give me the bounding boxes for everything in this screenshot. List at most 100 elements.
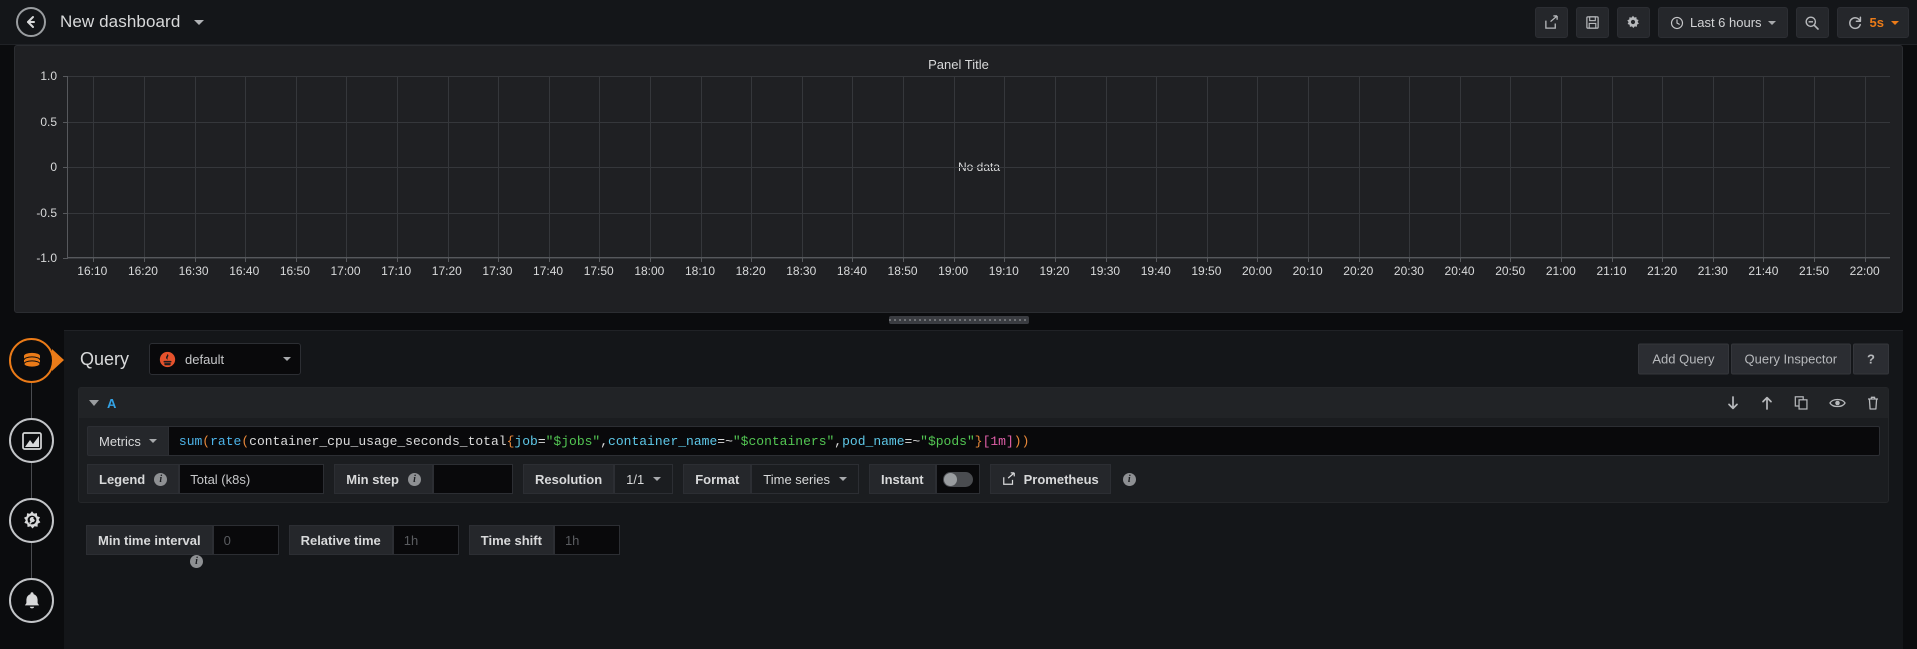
save-icon: [1585, 15, 1600, 30]
external-link-icon: [1002, 472, 1016, 486]
info-icon[interactable]: i: [1123, 473, 1136, 486]
query-section-label: Query: [80, 349, 129, 370]
back-button[interactable]: [16, 7, 46, 37]
min-time-interval-group: Min time interval: [86, 525, 279, 555]
refresh-controls[interactable]: 5s: [1837, 7, 1909, 38]
time-shift-input[interactable]: [565, 533, 609, 548]
dashboard-settings-button[interactable]: [1617, 7, 1650, 38]
legend-format-field[interactable]: [179, 464, 324, 494]
resolution-label-group: Resolution: [523, 464, 614, 494]
datasource-name: default: [185, 352, 283, 367]
sidebar-item-visualization[interactable]: [9, 418, 54, 463]
min-time-interval-input[interactable]: [224, 533, 268, 548]
expr-token-eq3: =~: [905, 434, 921, 449]
info-icon[interactable]: i: [408, 473, 421, 486]
metrics-mode-dropdown[interactable]: Metrics: [87, 426, 168, 456]
query-editor: Query default Add Query Query Inspector …: [64, 330, 1903, 649]
x-gridline: [498, 76, 499, 257]
min-step-label: Min step: [346, 472, 399, 487]
query-inspector-button[interactable]: Query Inspector: [1731, 344, 1852, 375]
move-up-icon[interactable]: [1760, 395, 1774, 411]
time-range-picker[interactable]: Last 6 hours: [1658, 7, 1788, 38]
legend-format-input[interactable]: [190, 472, 313, 487]
x-gridline: [1106, 76, 1107, 257]
triangle-down-icon[interactable]: [89, 400, 99, 406]
x-axis-tick-label: 18:30: [786, 264, 816, 278]
x-gridline: [1308, 76, 1309, 257]
x-gridline: [1207, 76, 1208, 257]
refresh-interval-label: 5s: [1870, 15, 1884, 30]
sidebar-item-general[interactable]: [9, 498, 54, 543]
x-axis-tick-label: 16:30: [179, 264, 209, 278]
remove-query-icon[interactable]: [1866, 395, 1880, 411]
y-axis-labels: 1.00.50-0.5-1.0: [15, 76, 65, 258]
min-time-interval-field[interactable]: [213, 525, 279, 555]
x-axis-tick-label: 21:30: [1698, 264, 1728, 278]
relative-time-input[interactable]: [404, 533, 448, 548]
x-gridline: [346, 76, 347, 257]
prometheus-logo-icon: [159, 351, 176, 368]
query-header-actions: Add Query Query Inspector ?: [1638, 344, 1889, 375]
dashboard-title-dropdown[interactable]: New dashboard: [60, 12, 204, 32]
datasource-picker[interactable]: default: [149, 343, 301, 375]
x-axis-tick-label: 21:00: [1546, 264, 1576, 278]
x-axis-tick-label: 17:00: [330, 264, 360, 278]
sidebar-item-queries[interactable]: [9, 338, 54, 383]
x-gridline: [296, 76, 297, 257]
add-query-button[interactable]: Add Query: [1638, 344, 1728, 375]
move-down-icon[interactable]: [1726, 395, 1740, 411]
area-chart-icon: [20, 429, 44, 453]
x-gridline: [903, 76, 904, 257]
arrow-left-icon: [23, 14, 39, 30]
min-step-field[interactable]: [433, 464, 513, 494]
time-shift-field[interactable]: [554, 525, 620, 555]
promql-expression-input[interactable]: sum(rate(container_cpu_usage_seconds_tot…: [168, 426, 1880, 456]
resolution-dropdown[interactable]: 1/1: [614, 464, 673, 494]
resolution-value: 1/1: [626, 472, 644, 487]
expr-token-comma1: ,: [600, 434, 608, 449]
chart-plot-area: No data: [67, 76, 1890, 258]
x-axis-tick: [1257, 257, 1258, 262]
legend-label: Legend: [99, 472, 145, 487]
x-axis-tick-label: 20:40: [1445, 264, 1475, 278]
expr-token-val-containers: "$containers": [733, 434, 834, 449]
query-options-line: Legend i Min step i Resolution 1/1: [87, 464, 1880, 494]
query-row-actions: [1726, 395, 1880, 411]
format-dropdown[interactable]: Time series: [751, 464, 859, 494]
expression-line: Metrics sum(rate(container_cpu_usage_sec…: [87, 426, 1880, 456]
zoom-out-time-button[interactable]: [1796, 7, 1829, 38]
chevron-down-icon: [1768, 21, 1776, 25]
relative-time-field[interactable]: [393, 525, 459, 555]
x-axis-tick: [1865, 257, 1866, 262]
x-axis-tick: [1510, 257, 1511, 262]
save-dashboard-button[interactable]: [1576, 7, 1609, 38]
expr-token-rate: rate: [210, 434, 241, 449]
info-icon[interactable]: i: [190, 555, 203, 568]
x-gridline: [245, 76, 246, 257]
panel-resize-handle[interactable]: [889, 316, 1029, 324]
x-gridline: [195, 76, 196, 257]
gear-wrench-icon: [20, 509, 44, 533]
y-axis-tick: [63, 76, 68, 77]
info-icon[interactable]: i: [154, 473, 167, 486]
x-axis-tick-label: 19:20: [1039, 264, 1069, 278]
time-shift-label: Time shift: [469, 525, 554, 555]
x-axis-tick-label: 19:10: [989, 264, 1019, 278]
x-gridline: [650, 76, 651, 257]
x-axis-tick: [1612, 257, 1613, 262]
x-axis-tick-label: 20:10: [1293, 264, 1323, 278]
graph-panel: Panel Title 1.00.50-0.5-1.0 No data 16:1…: [14, 45, 1903, 313]
x-axis-tick-label: 20:30: [1394, 264, 1424, 278]
x-axis-tick: [498, 257, 499, 262]
expr-token-key-job: job: [514, 434, 537, 449]
expr-token-lbrace: {: [507, 434, 515, 449]
sidebar-item-alert[interactable]: [9, 578, 54, 623]
query-help-button[interactable]: ?: [1853, 344, 1889, 375]
x-gridline: [93, 76, 94, 257]
share-dashboard-button[interactable]: [1535, 7, 1568, 38]
prometheus-docs-link[interactable]: Prometheus: [990, 464, 1111, 494]
hide-response-icon[interactable]: [1829, 396, 1846, 410]
duplicate-icon[interactable]: [1794, 395, 1809, 411]
min-step-input[interactable]: [444, 472, 502, 487]
instant-toggle[interactable]: [936, 464, 980, 494]
